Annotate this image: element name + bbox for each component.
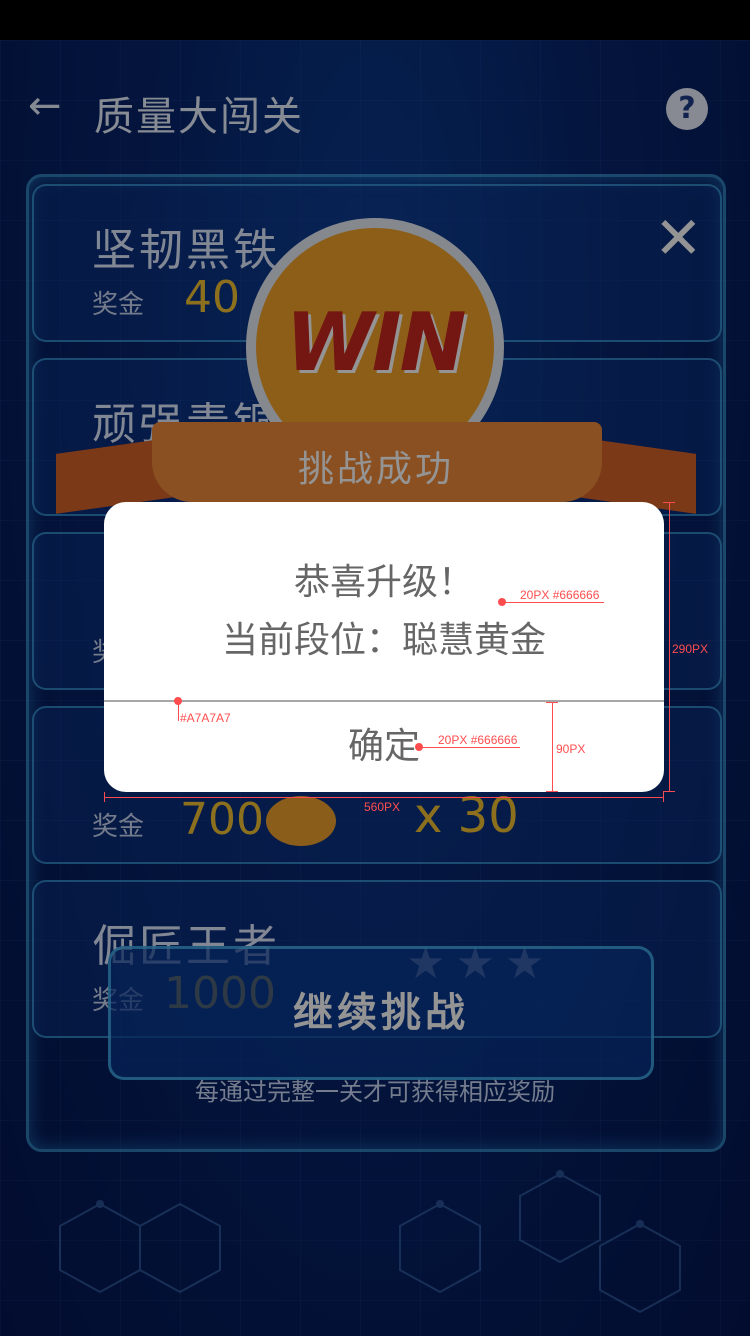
annotation-dialog-height: 290PX [672, 642, 709, 656]
annotation-text-spec: 20PX #666666 [520, 588, 600, 602]
annotation-tick [663, 502, 675, 503]
annotation-tick [104, 792, 105, 802]
annotation-divider-color: #A7A7A7 [180, 711, 231, 725]
annotation-tick [546, 702, 558, 703]
annotation-leader [420, 747, 520, 748]
annotation-dialog-width: 560PX [364, 800, 401, 814]
annotation-tick [546, 791, 558, 792]
dialog-line-1: 恭喜升级！ [293, 562, 474, 603]
dialog-message: 恭喜升级！ 当前段位：聪慧黄金 [104, 554, 664, 670]
annotation-height-line [552, 702, 553, 792]
annotation-leader [504, 602, 604, 603]
annotation-width-line [104, 797, 664, 798]
annotation-tick [663, 791, 675, 792]
annotation-button-height: 90PX [556, 742, 586, 756]
dialog-line-2: 当前段位：聪慧黄金 [221, 620, 546, 661]
annotation-height-line [669, 502, 670, 792]
annotation-leader [178, 701, 179, 721]
annotation-button-spec: 20PX #666666 [438, 733, 518, 747]
annotation-tick [663, 792, 664, 802]
